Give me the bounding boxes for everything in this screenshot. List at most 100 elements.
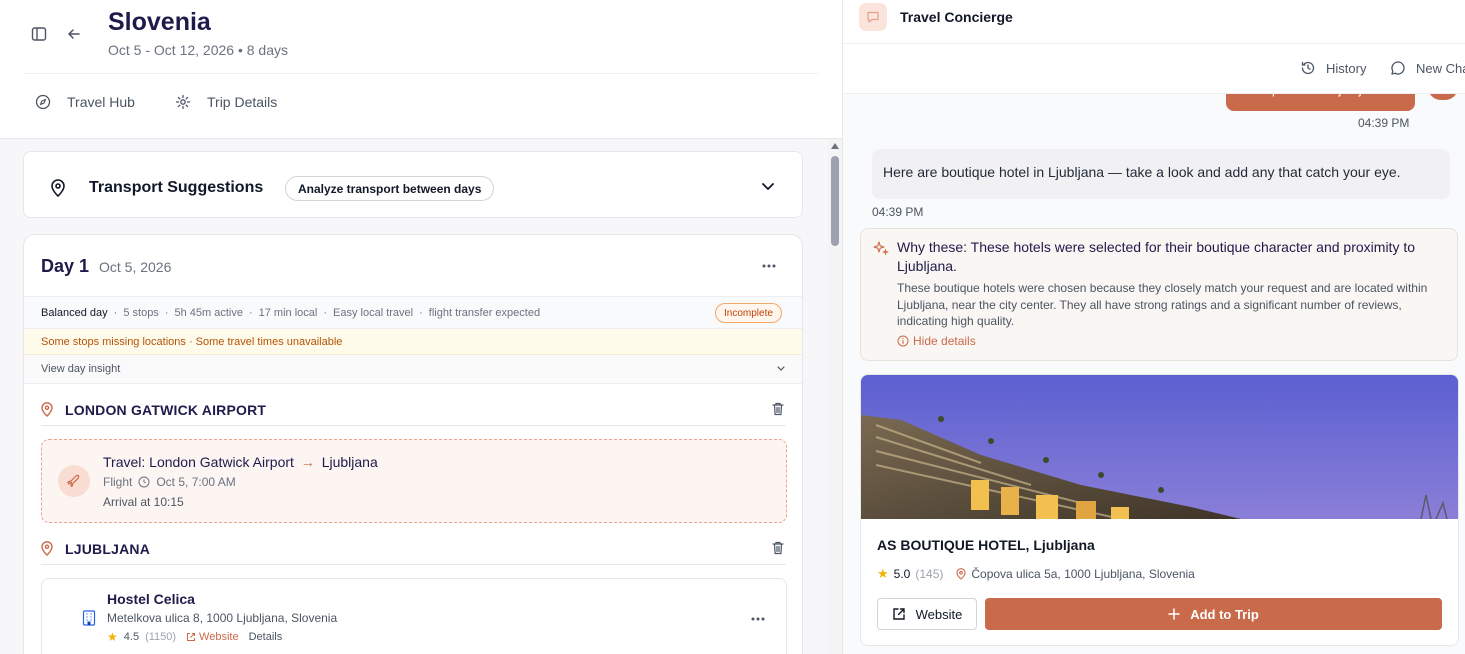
place-address: Metelkova ulica 8, 1000 Ljubljana, Slove… (107, 611, 338, 625)
why-body: These boutique hotels were chosen becaus… (897, 281, 1428, 328)
chat-toolbar: History New Cha (843, 44, 1465, 94)
hotel-photo (861, 375, 1458, 519)
hide-details-link[interactable]: Hide details (897, 334, 976, 348)
chevron-down-icon (777, 366, 785, 371)
view-day-insight-toggle[interactable]: View day insight (24, 355, 802, 384)
add-to-trip-button[interactable]: Add to Trip (985, 598, 1442, 630)
travel-origin: Travel: London Gatwick Airport (103, 454, 294, 470)
website-link[interactable]: Website (186, 631, 239, 643)
info-icon (897, 335, 909, 347)
trash-icon[interactable] (770, 540, 786, 556)
active-time: 5h 45m active (174, 307, 243, 319)
compass-icon (35, 94, 51, 110)
hide-details-label: Hide details (913, 334, 976, 348)
sparkle-icon (873, 241, 889, 256)
external-link-icon (187, 633, 196, 641)
more-options-icon[interactable] (761, 263, 777, 269)
itinerary-scroll-area[interactable]: Transport Suggestions Analyze transport … (0, 139, 842, 654)
more-options-icon[interactable] (750, 616, 766, 622)
rating: 5.0 (893, 567, 911, 581)
user-message: Boutique hotels Ljubljana (1226, 94, 1415, 111)
clock-icon (138, 476, 150, 488)
plane-icon (58, 465, 90, 497)
separator: · (419, 307, 423, 319)
hotel-address: Čopova ulica 5a, 1000 Ljubljana, Sloveni… (971, 567, 1195, 581)
why-these-panel: Why these: These hotels were selected fo… (860, 228, 1458, 361)
tab-label: Travel Hub (67, 94, 135, 110)
scrollbar[interactable] (828, 139, 842, 654)
insight-label: View day insight (41, 363, 121, 375)
stop-header: LJUBLJANA (41, 537, 786, 565)
arrow-right-icon: → (300, 454, 315, 470)
divider (24, 73, 819, 74)
new-chat-label: New Cha (1416, 60, 1465, 76)
scrollbar-thumb[interactable] (831, 156, 839, 246)
trip-header: Slovenia Oct 5 - Oct 12, 2026 • 8 days (0, 0, 842, 74)
chevron-down-icon[interactable] (761, 182, 775, 192)
building-icon (82, 610, 96, 626)
scroll-up-arrow-icon[interactable] (831, 143, 839, 149)
star-icon: ★ (107, 630, 118, 644)
hotel-name: AS BOUTIQUE HOTEL, Ljubljana (877, 537, 1095, 553)
gear-icon (175, 94, 191, 110)
chat-messages[interactable]: Boutique hotels Ljubljana 04:39 PM Here … (843, 94, 1465, 654)
separator: · (248, 307, 253, 319)
map-pin-icon (41, 541, 53, 556)
status-badge: Incomplete (715, 303, 782, 323)
website-label: Website (199, 631, 239, 643)
analyze-transport-button[interactable]: Analyze transport between days (285, 176, 495, 201)
place-name: Hostel Celica (107, 591, 195, 607)
travel-meta: Flight Oct 5, 7:00 AM (103, 475, 236, 489)
separator: · (164, 307, 169, 319)
rating: 4.5 (123, 631, 140, 643)
map-pin-icon (51, 179, 65, 197)
website-button[interactable]: Website (877, 598, 977, 630)
assistant-message: Here are boutique hotel in Ljubljana — t… (872, 149, 1450, 199)
travel-mode: Flight (103, 475, 133, 489)
why-title: Why these: These hotels were selected fo… (897, 239, 1416, 274)
add-to-trip-label: Add to Trip (1190, 606, 1259, 622)
transport-suggestions-card[interactable]: Transport Suggestions Analyze transport … (23, 151, 803, 218)
day-title: Day 1 (41, 256, 90, 276)
place-card[interactable]: Hostel Celica Metelkova ulica 8, 1000 Lj… (41, 578, 787, 654)
day-card: Day 1 Oct 5, 2026 Balanced day · 5 stops… (23, 234, 803, 654)
chat-header: Travel Concierge (843, 0, 1465, 44)
tab-label: Trip Details (207, 94, 278, 110)
map-pin-icon (41, 402, 53, 417)
chat-pane: Travel Concierge History New Cha Boutiqu… (842, 0, 1465, 654)
stop-name: LJUBLJANA (65, 541, 151, 557)
travel-destination: Ljubljana (321, 454, 378, 470)
trash-icon[interactable] (770, 401, 786, 417)
arrival-time: Arrival at 10:15 (103, 495, 184, 509)
star-icon: ★ (877, 566, 889, 581)
itinerary-pane: Slovenia Oct 5 - Oct 12, 2026 • 8 days T… (0, 0, 842, 654)
external-link-icon (892, 608, 905, 620)
new-chat-button[interactable]: New Cha (1390, 60, 1465, 76)
travel-time: Oct 5, 7:00 AM (156, 475, 236, 489)
details-link[interactable]: Details (249, 631, 283, 643)
chat-bubble-icon (859, 3, 887, 31)
back-arrow-icon[interactable] (64, 24, 84, 44)
page-title: Slovenia (108, 8, 211, 36)
transport-title: Transport Suggestions (89, 179, 264, 196)
website-label: Website (915, 606, 963, 622)
travel-segment-card[interactable]: Travel: London Gatwick Airport → Ljublja… (41, 439, 787, 523)
travel-ease: Easy local travel (333, 307, 414, 319)
day-warning: Some stops missing locations · Some trav… (24, 329, 802, 355)
day-date: Oct 5, 2026 (99, 259, 172, 275)
message-timestamp: 04:39 PM (872, 205, 924, 219)
history-label: History (1326, 60, 1367, 76)
history-button[interactable]: History (1300, 60, 1366, 76)
review-count: (1150) (145, 631, 177, 643)
message-timestamp: 04:39 PM (1358, 116, 1410, 130)
tab-travel-hub[interactable]: Travel Hub (35, 94, 135, 110)
sidebar-toggle-icon[interactable] (29, 24, 49, 44)
history-icon (1301, 61, 1315, 75)
review-count: (145) (915, 567, 944, 581)
stop-header: LONDON GATWICK AIRPORT (41, 398, 786, 426)
separator: · (113, 307, 118, 319)
local-time: 17 min local (258, 307, 318, 319)
travel-title: Travel: London Gatwick Airport → Ljublja… (103, 454, 378, 470)
tab-trip-details[interactable]: Trip Details (175, 94, 277, 110)
hotel-card: AS BOUTIQUE HOTEL, Ljubljana ★ 5.0 (145)… (860, 374, 1459, 646)
